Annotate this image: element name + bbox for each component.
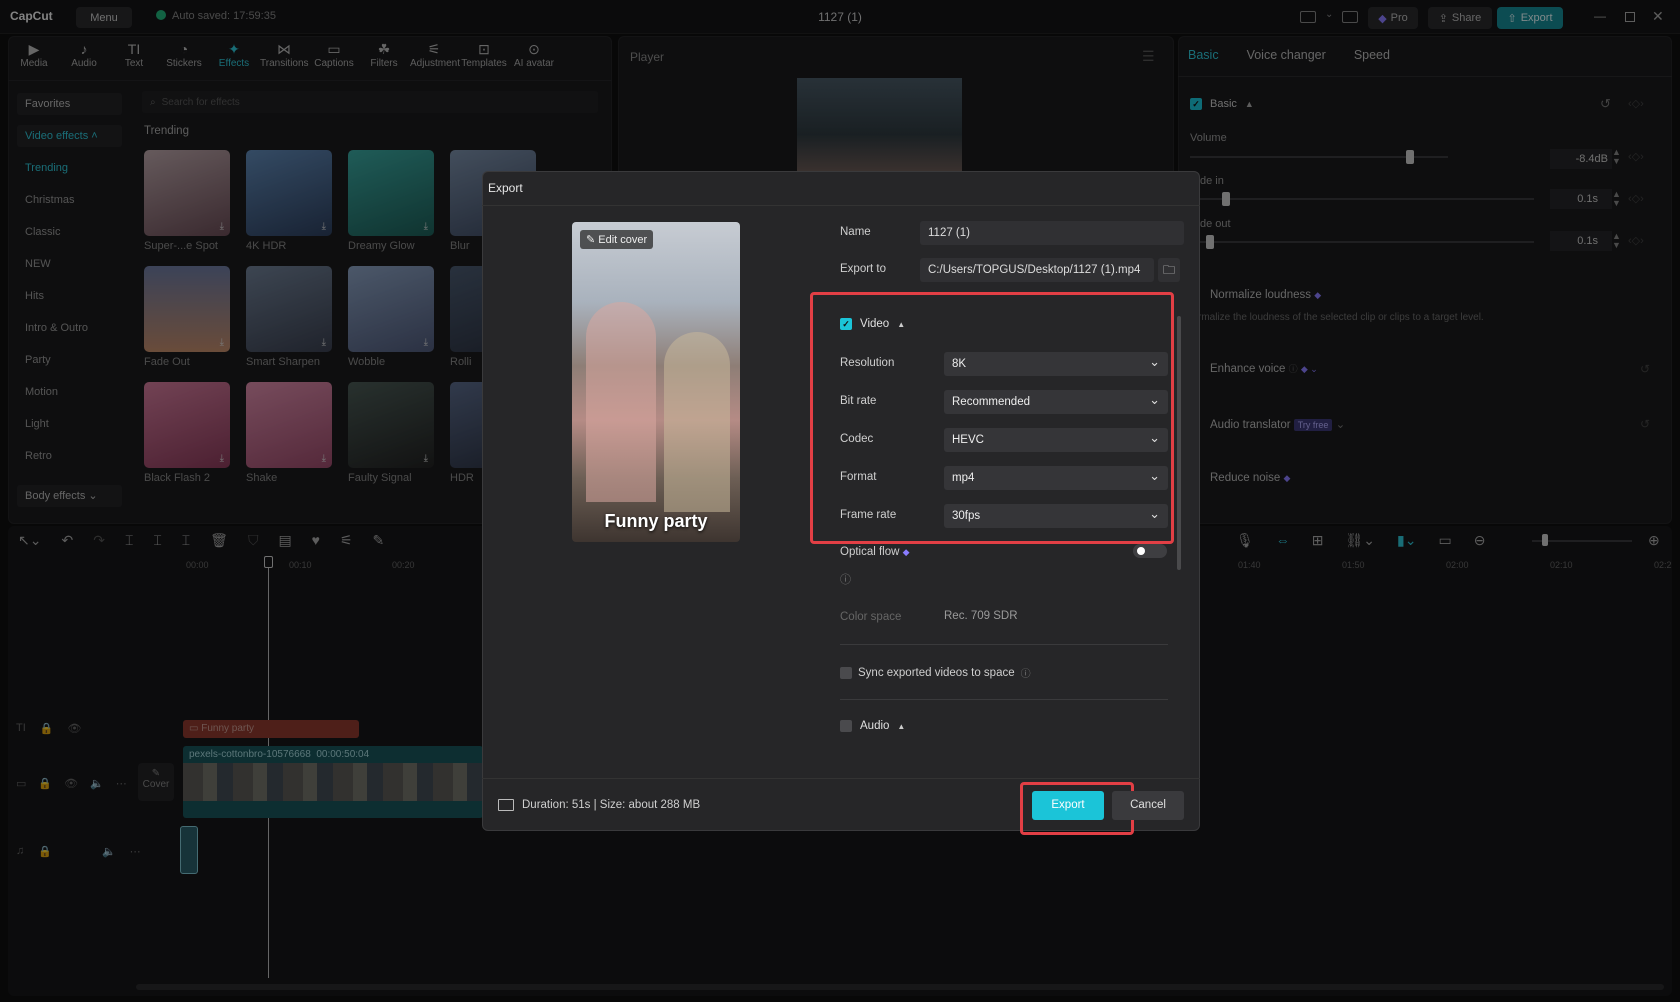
bit-rate-select[interactable]: Recommended bbox=[944, 390, 1168, 414]
cancel-button[interactable]: Cancel bbox=[1112, 791, 1184, 820]
color-space-label: Color space bbox=[840, 611, 902, 623]
edit-cover-label: Edit cover bbox=[598, 234, 648, 246]
frame-rate-label: Frame rate bbox=[840, 509, 897, 521]
cover-caption: Funny party bbox=[604, 511, 708, 531]
audio-checkbox[interactable] bbox=[840, 720, 852, 732]
bit-rate-label: Bit rate bbox=[840, 395, 877, 407]
codec-select[interactable]: HEVC bbox=[944, 428, 1168, 452]
select-value: 30fps bbox=[952, 510, 981, 522]
summary-text: Duration: 51s | Size: about 288 MB bbox=[522, 799, 701, 811]
sync-checkbox[interactable] bbox=[840, 666, 852, 679]
chevron-up-icon: ▲ bbox=[897, 319, 906, 329]
info-icon[interactable]: ⓘ bbox=[1021, 665, 1031, 680]
divider bbox=[840, 699, 1168, 700]
dialog-footer-divider bbox=[482, 778, 1200, 779]
edit-cover-button[interactable]: ✎ Edit cover bbox=[580, 230, 654, 249]
gem-icon: ◆ bbox=[902, 547, 910, 557]
cover-people bbox=[586, 302, 656, 502]
optical-flow-text: Optical flow bbox=[840, 546, 900, 558]
info-icon[interactable]: ⓘ bbox=[840, 571, 851, 587]
film-icon bbox=[498, 799, 514, 811]
optical-flow-label: Optical flow ◆ bbox=[840, 546, 910, 558]
format-label: Format bbox=[840, 471, 877, 483]
dialog-scrollbar[interactable] bbox=[1177, 316, 1181, 570]
select-value: HEVC bbox=[952, 434, 984, 446]
folder-icon[interactable]: 🗀 bbox=[1158, 258, 1180, 282]
color-space-value: Rec. 709 SDR bbox=[944, 610, 1018, 622]
audio-section-header[interactable]: Audio ▲ bbox=[840, 720, 905, 732]
resolution-select[interactable]: 8K bbox=[944, 352, 1168, 376]
export-to-label: Export to bbox=[840, 263, 887, 275]
select-value: Recommended bbox=[952, 396, 1030, 408]
select-value: 8K bbox=[952, 358, 967, 370]
sync-label: Sync exported videos to space bbox=[858, 666, 1015, 679]
divider bbox=[840, 644, 1168, 645]
audio-section-label: Audio bbox=[860, 720, 890, 732]
chevron-up-icon: ▲ bbox=[897, 721, 906, 731]
frame-rate-select[interactable]: 30fps bbox=[944, 504, 1168, 528]
select-value: mp4 bbox=[952, 472, 975, 484]
pencil-icon: ✎ bbox=[586, 234, 596, 246]
dialog-header-divider bbox=[482, 205, 1200, 206]
cover-people bbox=[664, 332, 730, 512]
export-button[interactable]: Export bbox=[1032, 791, 1104, 820]
export-path-input[interactable]: C:/Users/TOPGUS/Desktop/1127 (1).mp4 bbox=[920, 258, 1154, 282]
codec-label: Codec bbox=[840, 433, 874, 445]
video-section-header[interactable]: ✓ Video ▲ bbox=[840, 318, 905, 330]
name-label: Name bbox=[840, 226, 871, 238]
sync-space-option[interactable]: Sync exported videos to space ⓘ bbox=[840, 665, 1031, 680]
video-section-label: Video bbox=[860, 318, 890, 330]
optical-flow-toggle[interactable] bbox=[1133, 544, 1167, 558]
video-checkbox[interactable]: ✓ bbox=[840, 318, 852, 330]
name-input[interactable]: 1127 (1) bbox=[920, 221, 1184, 245]
resolution-label: Resolution bbox=[840, 357, 895, 369]
export-summary: Duration: 51s | Size: about 288 MB bbox=[498, 799, 700, 811]
export-dialog-title: Export bbox=[488, 181, 523, 195]
cover-preview[interactable]: ✎ Edit cover Funny party bbox=[572, 222, 740, 542]
format-select[interactable]: mp4 bbox=[944, 466, 1168, 490]
